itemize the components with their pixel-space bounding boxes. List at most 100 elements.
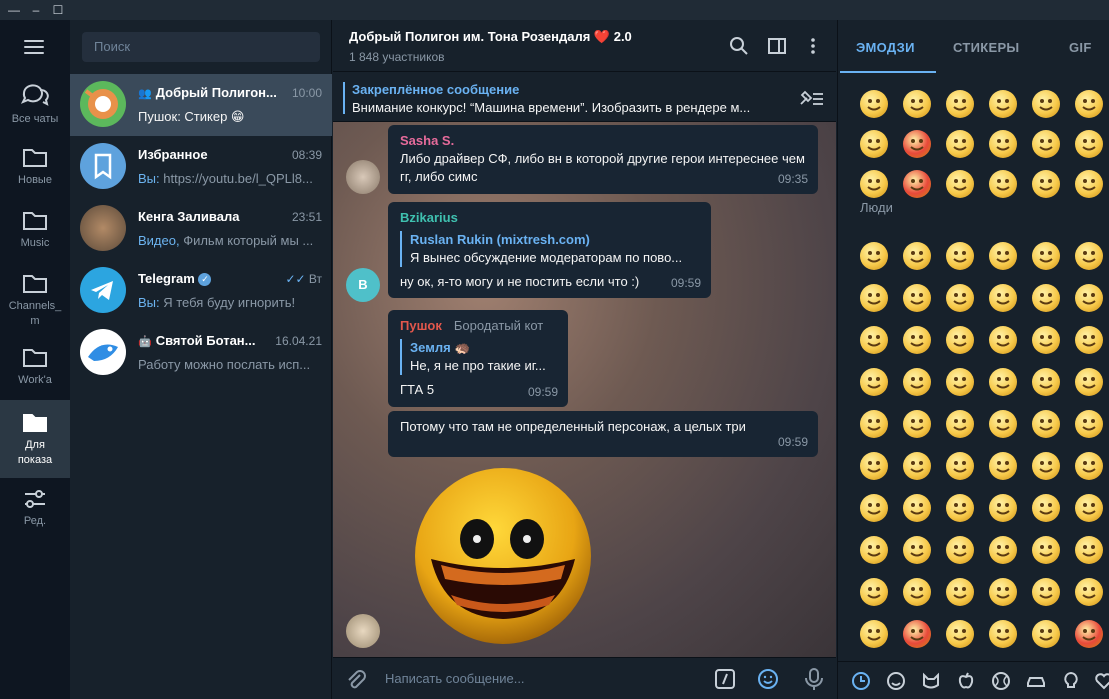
emoji-item[interactable] [946, 452, 974, 480]
tab-stickers[interactable]: СТИКЕРЫ [953, 40, 1019, 55]
sender-avatar[interactable] [346, 614, 380, 648]
emoji-item[interactable] [903, 578, 931, 606]
emoji-item[interactable] [946, 578, 974, 606]
emoji-item[interactable] [860, 90, 888, 118]
emoji-item[interactable] [1032, 578, 1060, 606]
minimize-button-2[interactable]: – [28, 2, 44, 18]
emoji-item[interactable] [903, 170, 931, 198]
emoji-item[interactable] [1075, 578, 1103, 606]
cat-icon[interactable] [921, 671, 941, 691]
emoji-item[interactable] [860, 170, 888, 198]
emoji-item[interactable] [903, 536, 931, 564]
chat-item[interactable]: 🤖 Святой Ботан... 16.04.21 Работу можно п… [70, 322, 332, 384]
emoji-item[interactable] [860, 242, 888, 270]
message-input[interactable]: Написать сообщение... [385, 671, 525, 686]
emoji-item[interactable] [989, 242, 1017, 270]
emoji-item[interactable] [989, 90, 1017, 118]
message-bubble[interactable]: Потому что там не определенный персонаж,… [388, 411, 818, 457]
heart-icon[interactable] [1094, 671, 1109, 691]
recent-icon[interactable] [851, 671, 871, 691]
reply-quote[interactable]: Ruslan Rukin (mixtresh.com) Я вынес обсу… [400, 231, 699, 267]
sidebar-toggle-icon[interactable] [767, 36, 787, 56]
search-icon[interactable] [729, 36, 749, 56]
sender-avatar[interactable] [346, 160, 380, 194]
emoji-item[interactable] [989, 170, 1017, 198]
chat-item[interactable]: Кенга Заливала 23:51 Видео, Фильм которы… [70, 198, 332, 260]
emoji-item[interactable] [989, 410, 1017, 438]
emoji-item[interactable] [903, 284, 931, 312]
folder-for-show[interactable]: Для показа [0, 400, 70, 478]
emoji-item[interactable] [903, 326, 931, 354]
tab-gif[interactable]: GIF [1069, 40, 1092, 55]
emoji-item[interactable] [860, 410, 888, 438]
more-vertical-icon[interactable] [803, 36, 823, 56]
emoji-item[interactable] [946, 494, 974, 522]
folder-edit[interactable]: Ред. [0, 488, 70, 538]
folder-channels[interactable]: Channels_ m [0, 271, 70, 337]
search-input[interactable]: Поиск [82, 32, 320, 62]
emoji-item[interactable] [1032, 368, 1060, 396]
attach-icon[interactable] [345, 669, 367, 691]
emoji-item[interactable] [860, 578, 888, 606]
emoji-item[interactable] [1032, 284, 1060, 312]
message-bubble[interactable]: Пушок Бородатый кот Земля 🦔 Не, я не про … [388, 310, 568, 407]
emoji-item[interactable] [860, 326, 888, 354]
chat-item[interactable]: Telegram ✓ ✓✓ Вт Вы: Я тебя буду игнорит… [70, 260, 332, 322]
emoji-item[interactable] [989, 452, 1017, 480]
maximize-button[interactable]: ☐ [50, 2, 66, 18]
emoji-item[interactable] [1075, 494, 1103, 522]
chat-item[interactable]: Избранное 08:39 Вы: https://youtu.be/l_Q… [70, 136, 332, 198]
emoji-item[interactable] [989, 326, 1017, 354]
unpin-icon[interactable] [797, 88, 825, 108]
messages-area[interactable]: Sasha S. Либо драйвер СФ, либо вн в кото… [333, 122, 836, 657]
emoji-item[interactable] [1032, 130, 1060, 158]
emoji-item[interactable] [989, 284, 1017, 312]
emoji-item[interactable] [1075, 452, 1103, 480]
emoji-item[interactable] [1075, 410, 1103, 438]
emoji-item[interactable] [903, 494, 931, 522]
emoji-item[interactable] [1032, 494, 1060, 522]
emoji-item[interactable] [1032, 170, 1060, 198]
smiley-icon[interactable] [886, 671, 906, 691]
emoji-item[interactable] [860, 536, 888, 564]
minimize-button[interactable]: — [6, 2, 22, 18]
emoji-item[interactable] [860, 494, 888, 522]
emoji-item[interactable] [1075, 326, 1103, 354]
apple-icon[interactable] [956, 671, 976, 691]
emoji-item[interactable] [903, 242, 931, 270]
folder-work[interactable]: Work'a [0, 345, 70, 405]
emoji-item[interactable] [903, 90, 931, 118]
chat-title[interactable]: Добрый Полигон им. Тона Розендаля ❤️ 2.0 [349, 29, 632, 45]
emoji-item[interactable] [1032, 326, 1060, 354]
emoji-item[interactable] [989, 130, 1017, 158]
message-bubble[interactable]: Sasha S. Либо драйвер СФ, либо вн в кото… [388, 125, 818, 194]
folder-new[interactable]: Новые [0, 145, 70, 205]
emoji-item[interactable] [860, 284, 888, 312]
emoji-item[interactable] [1032, 242, 1060, 270]
emoji-item[interactable] [1075, 536, 1103, 564]
emoji-item[interactable] [946, 170, 974, 198]
emoji-item[interactable] [1032, 90, 1060, 118]
emoji-item[interactable] [946, 242, 974, 270]
emoji-item[interactable] [989, 536, 1017, 564]
emoji-item[interactable] [1032, 536, 1060, 564]
emoji-item[interactable] [860, 130, 888, 158]
emoji-item[interactable] [989, 494, 1017, 522]
sender-avatar[interactable]: B [346, 268, 380, 302]
bot-commands-icon[interactable] [714, 668, 736, 690]
folder-all-chats[interactable]: Все чаты [0, 82, 70, 142]
emoji-item[interactable] [1075, 90, 1103, 118]
emoji-item[interactable] [946, 326, 974, 354]
emoji-item[interactable] [946, 620, 974, 648]
car-icon[interactable] [1026, 671, 1046, 691]
emoji-item[interactable] [860, 368, 888, 396]
lightbulb-icon[interactable] [1061, 671, 1081, 691]
emoji-item[interactable] [903, 452, 931, 480]
emoji-item[interactable] [989, 578, 1017, 606]
emoji-item[interactable] [946, 130, 974, 158]
emoji-item[interactable] [1075, 130, 1103, 158]
chat-item[interactable]: 👥 Добрый Полигон... 10:00 Пушок: Стикер 😁 [70, 74, 332, 136]
hamburger-menu-icon[interactable] [24, 40, 44, 54]
microphone-icon[interactable] [803, 667, 825, 691]
emoji-item[interactable] [1075, 368, 1103, 396]
